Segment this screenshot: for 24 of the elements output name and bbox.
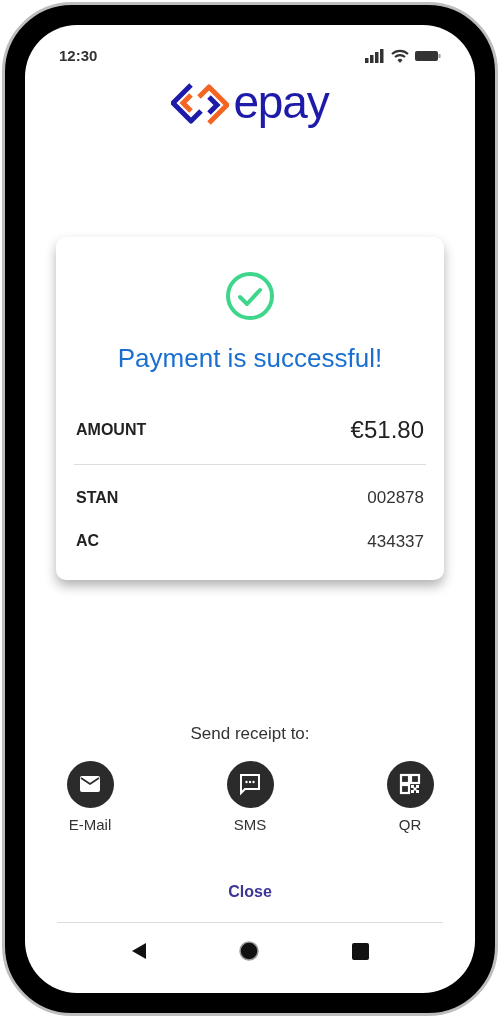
signal-icon: [365, 49, 385, 63]
detail-value: 434337: [367, 530, 424, 553]
battery-icon: [415, 50, 441, 62]
success-title: Payment is successful!: [116, 342, 384, 375]
home-icon[interactable]: [238, 941, 259, 961]
receipt-heading: Send receipt to:: [190, 723, 310, 745]
receipt-option-button[interactable]: E-Mail: [55, 760, 125, 836]
detail-label: AC: [76, 531, 100, 552]
detail-value: 002878: [367, 487, 424, 509]
check-circle-icon: [225, 271, 275, 321]
logo-icon: [171, 81, 230, 127]
receipt-option-button[interactable]: QR: [375, 760, 445, 836]
close-button[interactable]: Close: [218, 876, 282, 908]
status-time: 12:30: [59, 45, 98, 66]
back-icon[interactable]: [131, 943, 146, 959]
receipt-option-button[interactable]: SMS: [215, 760, 285, 836]
logo-text: epay: [233, 79, 329, 129]
amount-label: AMOUNT: [76, 420, 147, 440]
amount-value: €51.80: [350, 415, 424, 445]
qr-code-icon: [398, 772, 422, 796]
detail-label: STAN: [76, 487, 119, 508]
chat-bubble-icon: [238, 772, 262, 796]
recents-icon[interactable]: [351, 942, 369, 960]
wifi-icon: [391, 49, 409, 63]
